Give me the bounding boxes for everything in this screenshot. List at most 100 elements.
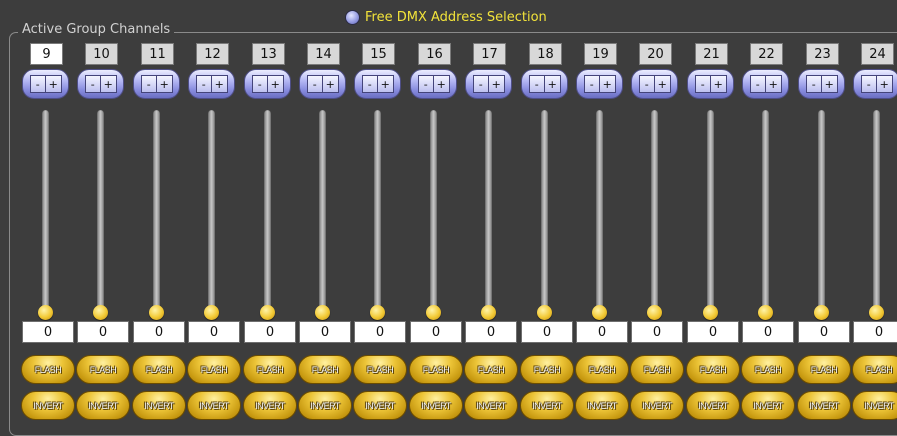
channel-number[interactable]: 11 — [141, 43, 174, 65]
increment-button[interactable]: + — [489, 76, 504, 92]
channel-value-input[interactable] — [244, 321, 296, 343]
flash-button[interactable]: FLASH — [797, 355, 851, 384]
channel-number[interactable]: 18 — [529, 43, 562, 65]
fader-track[interactable] — [153, 110, 160, 315]
invert-button[interactable]: INVERT — [76, 391, 130, 420]
fader-knob[interactable] — [370, 305, 385, 320]
fader-knob[interactable] — [204, 305, 219, 320]
fader-knob[interactable] — [149, 305, 164, 320]
invert-button[interactable]: INVERT — [686, 391, 740, 420]
flash-button[interactable]: FLASH — [132, 355, 186, 384]
increment-button[interactable]: + — [600, 76, 615, 92]
channel-value-input[interactable] — [22, 321, 74, 343]
decrement-button[interactable]: - — [31, 76, 46, 92]
fader-knob[interactable] — [426, 305, 441, 320]
channel-number[interactable]: 12 — [196, 43, 229, 65]
channel-number[interactable]: 9 — [30, 43, 63, 65]
decrement-button[interactable]: - — [253, 76, 268, 92]
flash-button[interactable]: FLASH — [298, 355, 352, 384]
fader-knob[interactable] — [315, 305, 330, 320]
increment-button[interactable]: + — [655, 76, 670, 92]
invert-button[interactable]: INVERT — [630, 391, 684, 420]
fader-track[interactable] — [651, 110, 658, 315]
increment-button[interactable]: + — [766, 76, 781, 92]
fader-knob[interactable] — [647, 305, 662, 320]
fader-knob[interactable] — [537, 305, 552, 320]
increment-button[interactable]: + — [822, 76, 837, 92]
fader-track[interactable] — [707, 110, 714, 315]
decrement-button[interactable]: - — [308, 76, 323, 92]
channel-value-input[interactable] — [521, 321, 573, 343]
invert-button[interactable]: INVERT — [852, 391, 897, 420]
fader-knob[interactable] — [260, 305, 275, 320]
increment-button[interactable]: + — [711, 76, 726, 92]
flash-button[interactable]: FLASH — [686, 355, 740, 384]
flash-button[interactable]: FLASH — [741, 355, 795, 384]
channel-value-input[interactable] — [299, 321, 351, 343]
channel-value-input[interactable] — [354, 321, 406, 343]
increment-button[interactable]: + — [157, 76, 172, 92]
decrement-button[interactable]: - — [696, 76, 711, 92]
invert-button[interactable]: INVERT — [243, 391, 297, 420]
fader-track[interactable] — [264, 110, 271, 315]
invert-button[interactable]: INVERT — [797, 391, 851, 420]
flash-button[interactable]: FLASH — [630, 355, 684, 384]
flash-button[interactable]: FLASH — [520, 355, 574, 384]
decrement-button[interactable]: - — [862, 76, 877, 92]
fader-track[interactable] — [319, 110, 326, 315]
decrement-button[interactable]: - — [530, 76, 545, 92]
channel-value-input[interactable] — [465, 321, 517, 343]
increment-button[interactable]: + — [378, 76, 393, 92]
fader-track[interactable] — [541, 110, 548, 315]
channel-value-input[interactable] — [133, 321, 185, 343]
fader-knob[interactable] — [703, 305, 718, 320]
increment-button[interactable]: + — [323, 76, 338, 92]
increment-button[interactable]: + — [877, 76, 892, 92]
fader-track[interactable] — [97, 110, 104, 315]
invert-button[interactable]: INVERT — [464, 391, 518, 420]
invert-button[interactable]: INVERT — [741, 391, 795, 420]
channel-value-input[interactable] — [188, 321, 240, 343]
invert-button[interactable]: INVERT — [187, 391, 241, 420]
channel-number[interactable]: 22 — [750, 43, 783, 65]
increment-button[interactable]: + — [545, 76, 560, 92]
channel-number[interactable]: 24 — [861, 43, 894, 65]
fader-knob[interactable] — [814, 305, 829, 320]
invert-button[interactable]: INVERT — [520, 391, 574, 420]
channel-number[interactable]: 20 — [639, 43, 672, 65]
channel-number[interactable]: 13 — [252, 43, 285, 65]
flash-button[interactable]: FLASH — [76, 355, 130, 384]
channel-value-input[interactable] — [742, 321, 794, 343]
invert-button[interactable]: INVERT — [409, 391, 463, 420]
increment-button[interactable]: + — [268, 76, 283, 92]
flash-button[interactable]: FLASH — [21, 355, 75, 384]
channel-number[interactable]: 19 — [584, 43, 617, 65]
fader-track[interactable] — [873, 110, 880, 315]
channel-value-input[interactable] — [631, 321, 683, 343]
invert-button[interactable]: INVERT — [21, 391, 75, 420]
invert-button[interactable]: INVERT — [575, 391, 629, 420]
fader-track[interactable] — [762, 110, 769, 315]
channel-number[interactable]: 16 — [418, 43, 451, 65]
channel-number[interactable]: 15 — [362, 43, 395, 65]
fader-track[interactable] — [596, 110, 603, 315]
fader-knob[interactable] — [758, 305, 773, 320]
decrement-button[interactable]: - — [640, 76, 655, 92]
channel-number[interactable]: 21 — [695, 43, 728, 65]
channel-value-input[interactable] — [798, 321, 850, 343]
decrement-button[interactable]: - — [419, 76, 434, 92]
flash-button[interactable]: FLASH — [243, 355, 297, 384]
channel-number[interactable]: 23 — [806, 43, 839, 65]
fader-track[interactable] — [42, 110, 49, 315]
fader-track[interactable] — [818, 110, 825, 315]
increment-button[interactable]: + — [46, 76, 61, 92]
channel-value-input[interactable] — [77, 321, 129, 343]
channel-number[interactable]: 17 — [473, 43, 506, 65]
channel-number[interactable]: 14 — [307, 43, 340, 65]
flash-button[interactable]: FLASH — [852, 355, 897, 384]
increment-button[interactable]: + — [212, 76, 227, 92]
decrement-button[interactable]: - — [86, 76, 101, 92]
channel-value-input[interactable] — [687, 321, 739, 343]
fader-track[interactable] — [374, 110, 381, 315]
invert-button[interactable]: INVERT — [132, 391, 186, 420]
